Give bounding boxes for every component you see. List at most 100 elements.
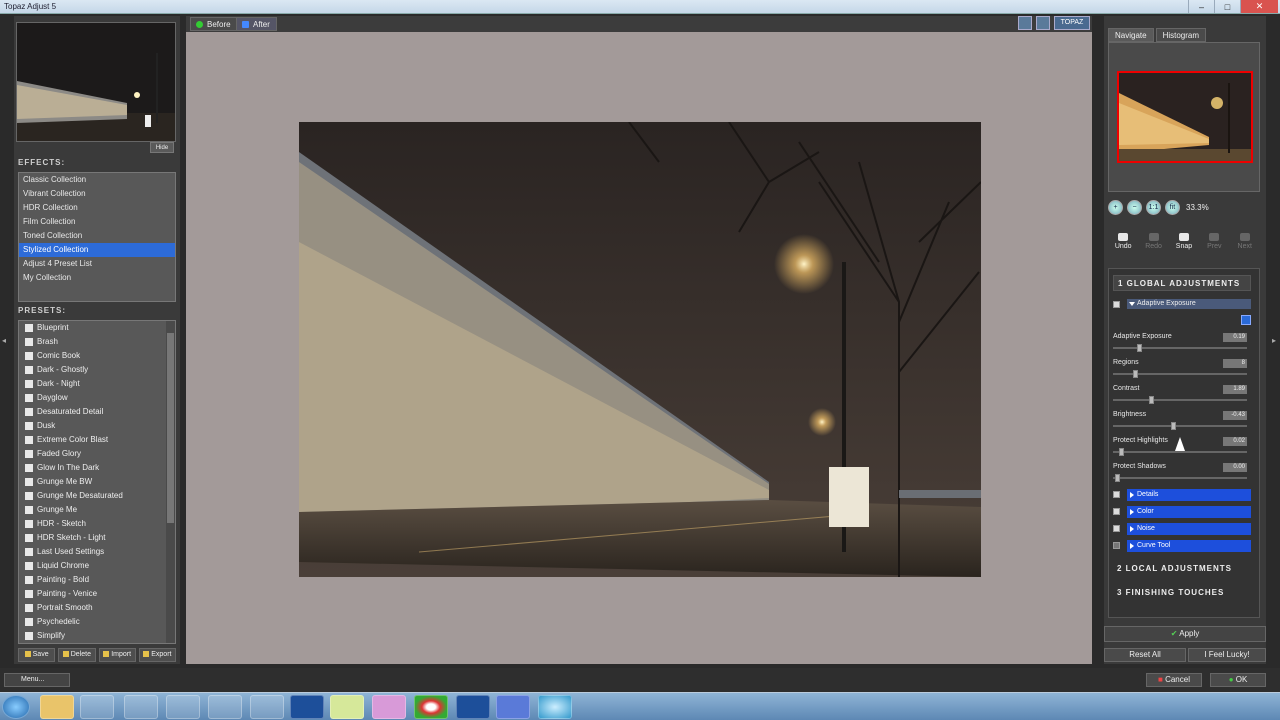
slider-knob[interactable] [1133, 370, 1138, 378]
preset-item[interactable]: Psychedelic [19, 615, 175, 629]
browser-icon[interactable] [124, 695, 158, 719]
brightness-slider[interactable] [1113, 425, 1247, 427]
chrome-icon[interactable] [414, 695, 448, 719]
scrollbar-thumb[interactable] [167, 333, 174, 523]
local-adjustments-header[interactable]: 2 LOCAL ADJUSTMENTS [1113, 561, 1251, 577]
tab-before[interactable]: Before [190, 17, 238, 31]
preset-item[interactable]: Grunge Me BW [19, 475, 175, 489]
slider-value[interactable]: -0.43 [1223, 411, 1247, 420]
main-photo[interactable] [299, 122, 981, 577]
preset-item[interactable]: Comic Book [19, 349, 175, 363]
globe-icon[interactable] [538, 695, 572, 719]
presets-scrollbar[interactable] [166, 321, 175, 643]
import-button[interactable]: Import [98, 648, 136, 662]
preset-item[interactable]: Desaturated Detail [19, 405, 175, 419]
preset-item[interactable]: Painting - Venice [19, 587, 175, 601]
ok-button[interactable]: ● OK [1210, 673, 1266, 687]
single-view-icon[interactable] [1018, 16, 1032, 30]
tab-after[interactable]: After [236, 17, 277, 31]
preset-item[interactable]: Brash [19, 335, 175, 349]
color-subheader[interactable]: Color [1127, 506, 1251, 518]
slider-value[interactable]: 0.19 [1223, 333, 1247, 342]
topaz-app-icon[interactable] [496, 695, 530, 719]
feel-lucky-button[interactable]: I Feel Lucky! [1188, 648, 1266, 662]
delete-button[interactable]: Delete [58, 648, 96, 662]
preset-item[interactable]: Simplify [19, 629, 175, 643]
preset-item[interactable]: Glow In The Dark [19, 461, 175, 475]
zoom-fit-icon[interactable]: fit [1165, 200, 1180, 215]
app-icon[interactable] [208, 695, 242, 719]
cancel-button[interactable]: ■ Cancel [1146, 673, 1202, 687]
slider-value[interactable]: 0.02 [1223, 437, 1247, 446]
explorer-icon[interactable] [40, 695, 74, 719]
slider-knob[interactable] [1115, 474, 1120, 482]
minimize-button[interactable]: – [1188, 0, 1214, 13]
effect-item[interactable]: HDR Collection [19, 201, 175, 215]
start-button-icon[interactable] [2, 695, 30, 719]
menu-button[interactable]: Menu... [4, 673, 70, 687]
zoom-out-icon[interactable]: − [1127, 200, 1142, 215]
preset-item[interactable]: Dayglow [19, 391, 175, 405]
media-player-icon[interactable] [80, 695, 114, 719]
close-button[interactable]: ✕ [1240, 0, 1278, 13]
notes-icon[interactable] [330, 695, 364, 719]
zoom-actual-icon[interactable]: 1:1 [1146, 200, 1161, 215]
preset-item[interactable]: Dusk [19, 419, 175, 433]
effect-item[interactable]: Classic Collection [19, 173, 175, 187]
mail-icon[interactable] [166, 695, 200, 719]
curve-tool-checkbox[interactable] [1113, 542, 1120, 549]
navigator-preview[interactable] [1117, 71, 1253, 163]
effect-item[interactable]: Vibrant Collection [19, 187, 175, 201]
preset-item[interactable]: Blueprint [19, 321, 175, 335]
split-view-icon[interactable] [1036, 16, 1050, 30]
preset-item[interactable]: Grunge Me [19, 503, 175, 517]
adaptive-exposure-subheader[interactable]: Adaptive Exposure [1127, 299, 1251, 309]
effect-item[interactable]: Toned Collection [19, 229, 175, 243]
slider-value[interactable]: 1.89 [1223, 385, 1247, 394]
effect-item[interactable]: My Collection [19, 271, 175, 285]
next-button[interactable]: Next [1232, 233, 1258, 250]
effect-item-selected[interactable]: Stylized Collection [19, 243, 175, 257]
tab-navigate[interactable]: Navigate [1108, 28, 1154, 42]
export-button[interactable]: Export [138, 648, 176, 662]
protect-shadows-slider[interactable] [1113, 477, 1247, 479]
maximize-button[interactable]: □ [1214, 0, 1240, 13]
preset-item[interactable]: Grunge Me Desaturated [19, 489, 175, 503]
paint-icon[interactable] [372, 695, 406, 719]
color-checkbox[interactable] [1113, 508, 1120, 515]
slider-value[interactable]: 0.00 [1223, 463, 1247, 472]
preset-item[interactable]: Liquid Chrome [19, 559, 175, 573]
preset-item[interactable]: HDR Sketch - Light [19, 531, 175, 545]
slider-knob[interactable] [1171, 422, 1176, 430]
reset-section-icon[interactable] [1241, 315, 1251, 325]
tools-icon[interactable] [250, 695, 284, 719]
effect-item[interactable]: Film Collection [19, 215, 175, 229]
photoshop-icon[interactable] [290, 695, 324, 719]
photoshop-2-icon[interactable] [456, 695, 490, 719]
effect-item[interactable]: Adjust 4 Preset List [19, 257, 175, 271]
adaptive-exposure-slider[interactable] [1113, 347, 1247, 349]
hide-button[interactable]: Hide [150, 142, 174, 153]
details-subheader[interactable]: Details [1127, 489, 1251, 501]
zoom-in-icon[interactable]: + [1108, 200, 1123, 215]
protect-highlights-slider[interactable] [1113, 451, 1247, 453]
slider-value[interactable]: 8 [1223, 359, 1247, 368]
slider-knob[interactable] [1149, 396, 1154, 404]
reset-all-button[interactable]: Reset All [1104, 648, 1186, 662]
noise-checkbox[interactable] [1113, 525, 1120, 532]
global-adjustments-header[interactable]: 1 GLOBAL ADJUSTMENTS [1113, 275, 1251, 291]
snap-button[interactable]: Snap [1171, 233, 1197, 250]
prev-button[interactable]: Prev [1201, 233, 1227, 250]
save-button[interactable]: Save [18, 648, 56, 662]
collapse-left-arrow-icon[interactable]: ◂ [2, 336, 6, 345]
finishing-touches-header[interactable]: 3 FINISHING TOUCHES [1113, 585, 1251, 601]
preset-item[interactable]: HDR - Sketch [19, 517, 175, 531]
preset-item[interactable]: Dark - Night [19, 377, 175, 391]
tab-histogram[interactable]: Histogram [1155, 28, 1207, 42]
redo-button[interactable]: Redo [1141, 233, 1167, 250]
details-checkbox[interactable] [1113, 491, 1120, 498]
apply-button[interactable]: ✔ Apply [1104, 626, 1266, 642]
preset-item[interactable]: Dark - Ghostly [19, 363, 175, 377]
slider-knob[interactable] [1119, 448, 1124, 456]
preset-item[interactable]: Painting - Bold [19, 573, 175, 587]
